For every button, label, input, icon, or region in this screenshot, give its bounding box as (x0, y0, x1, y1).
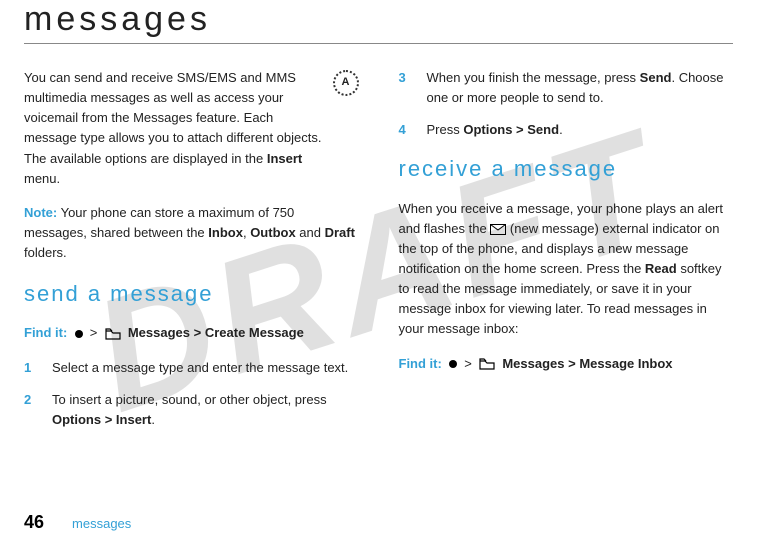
page-footer: 46 messages (24, 512, 131, 533)
page-number: 46 (24, 512, 44, 533)
center-key-icon (75, 330, 83, 338)
note-paragraph: Note: Your phone can store a maximum of … (24, 203, 359, 263)
find-it-send: Find it: > Messages > Create Message (24, 323, 359, 343)
folder-icon (105, 328, 121, 340)
note-label: Note: (24, 205, 57, 220)
receive-message-heading: receive a message (399, 152, 734, 186)
find-it-receive: Find it: > Messages > Message Inbox (399, 354, 734, 374)
message-type-icon: A (333, 70, 359, 96)
page-title: messages (24, 0, 733, 44)
step-4: 4 Press Options > Send. (399, 120, 734, 140)
step-3: 3 When you finish the message, press Sen… (399, 68, 734, 108)
new-message-icon (490, 224, 506, 235)
step-1: 1 Select a message type and enter the me… (24, 358, 359, 378)
footer-section-tag: messages (72, 516, 131, 531)
center-key-icon (449, 360, 457, 368)
intro-paragraph: You can send and receive SMS/EMS and MMS… (24, 68, 323, 189)
send-message-heading: send a message (24, 277, 359, 311)
receive-paragraph: When you receive a message, your phone p… (399, 199, 734, 340)
step-2: 2 To insert a picture, sound, or other o… (24, 390, 359, 430)
folder-icon (479, 358, 495, 370)
